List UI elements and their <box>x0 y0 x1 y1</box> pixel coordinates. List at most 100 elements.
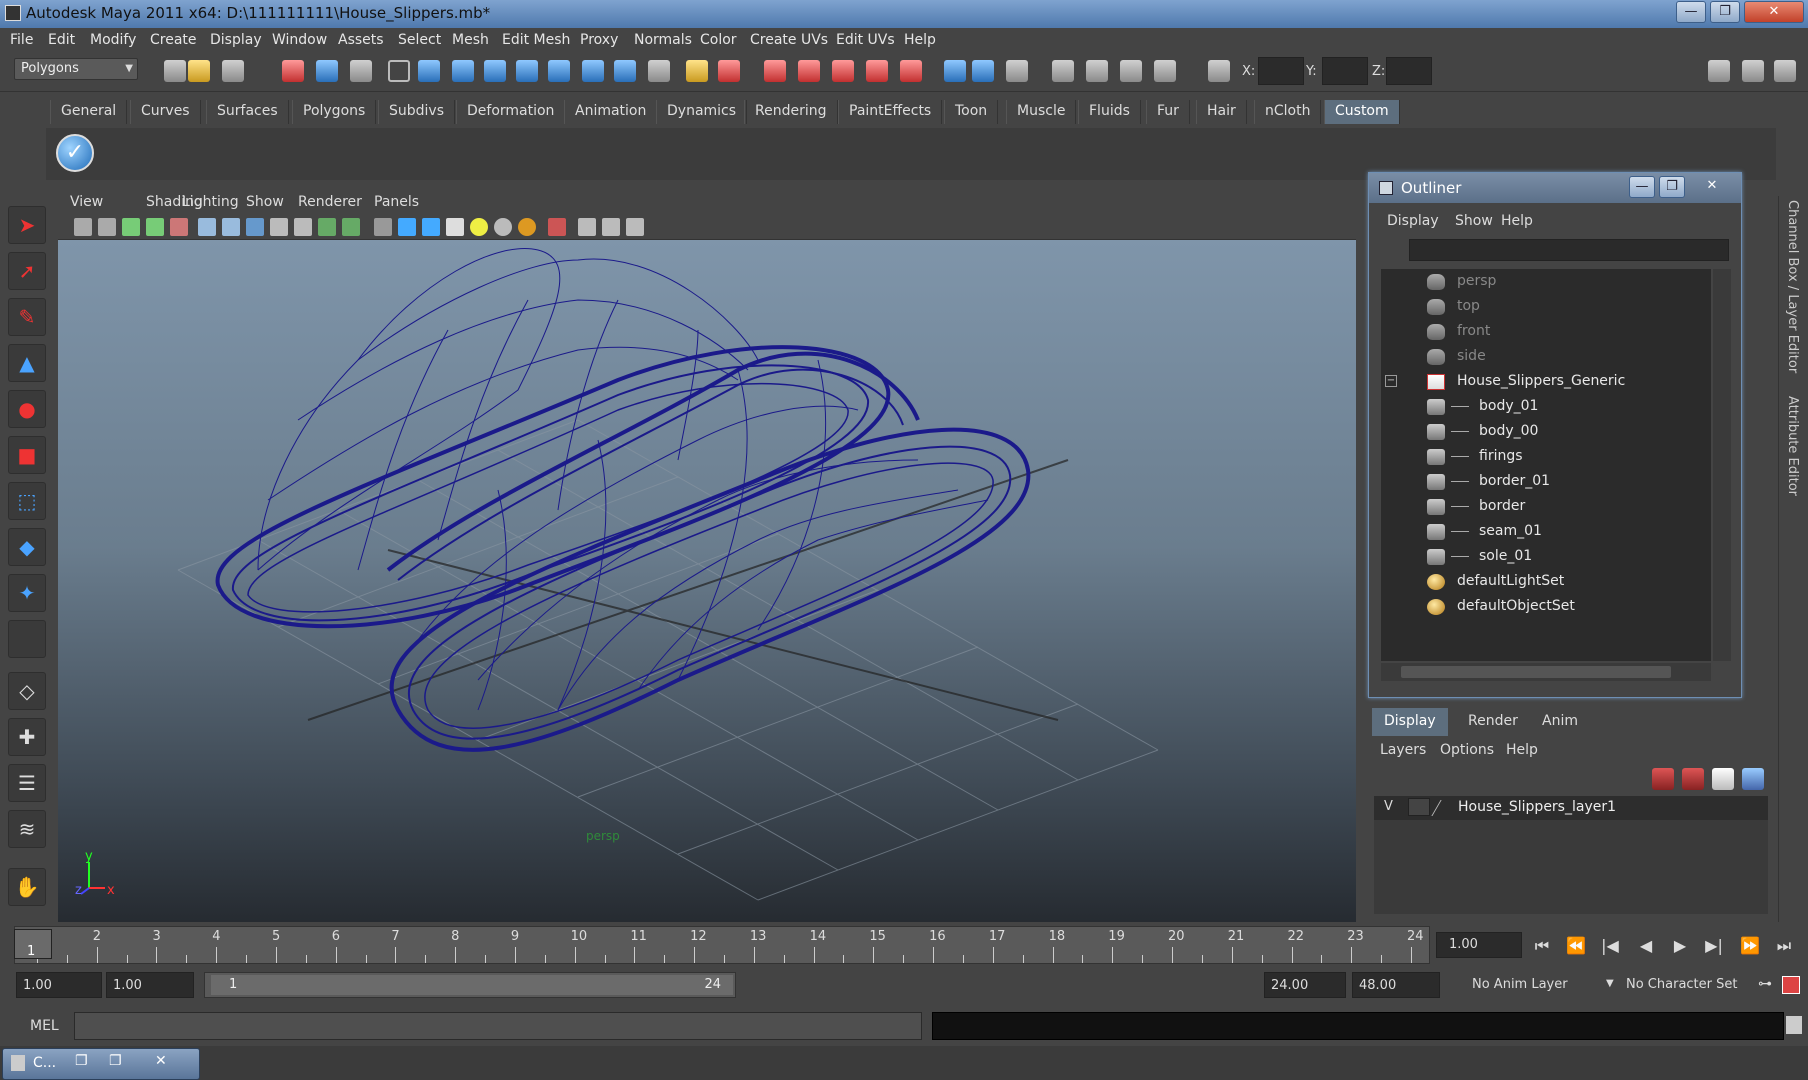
select-joints-icon[interactable] <box>452 60 474 82</box>
camera-attributes-icon[interactable] <box>98 218 116 236</box>
layer-menu-help[interactable]: Help <box>1506 742 1538 758</box>
snap-view-plane-icon[interactable] <box>866 60 888 82</box>
snap-curve-icon[interactable] <box>798 60 820 82</box>
select-rendering-icon[interactable] <box>614 60 636 82</box>
grid-icon[interactable] <box>198 218 216 236</box>
outliner-item[interactable]: seam_01 <box>1381 519 1711 544</box>
show-hide-channel-box-icon[interactable] <box>1774 60 1796 82</box>
outliner-close-button[interactable]: ✕ <box>1689 176 1735 198</box>
outliner-item[interactable]: body_01 <box>1381 394 1711 419</box>
viewport-scene[interactable]: persp <box>58 240 1356 922</box>
select-deformers-icon[interactable] <box>548 60 570 82</box>
ipr-render-icon[interactable] <box>1120 60 1142 82</box>
show-hide-attribute-editor-icon[interactable] <box>1742 60 1764 82</box>
persp-graph-layout-icon[interactable]: ≋ <box>8 810 46 848</box>
maximize-button[interactable]: ❐ <box>1710 1 1740 23</box>
outliner-vertical-scrollbar[interactable] <box>1713 269 1731 661</box>
viewport-menu-show[interactable]: Show <box>246 194 284 210</box>
snap-point-icon[interactable] <box>832 60 854 82</box>
outliner-maximize-button[interactable]: ❐ <box>1659 176 1685 198</box>
paint-select-tool-icon[interactable]: ✎ <box>8 298 46 336</box>
open-scene-icon[interactable] <box>188 60 210 82</box>
play-forwards-button[interactable]: ▶ <box>1668 935 1692 959</box>
step-back-key-button[interactable]: ⏪ <box>1564 935 1588 959</box>
layer-horizontal-scrollbar[interactable] <box>1374 896 1768 914</box>
close-button[interactable]: ✕ <box>1744 1 1804 23</box>
outliner-minimize-button[interactable]: — <box>1629 176 1655 198</box>
tab-painteffects[interactable]: PaintEffects <box>838 100 943 124</box>
animation-start-field[interactable]: 1.00 <box>16 972 102 998</box>
film-gate-icon[interactable] <box>222 218 240 236</box>
viewport-menu-view[interactable]: View <box>70 194 103 210</box>
minimize-button[interactable]: — <box>1676 1 1706 23</box>
field-chart-icon[interactable] <box>294 218 312 236</box>
outliner-item[interactable]: border_01 <box>1381 469 1711 494</box>
layer-visibility-toggle[interactable]: V <box>1384 799 1393 814</box>
outliner-item[interactable]: front <box>1381 319 1711 344</box>
playback-start-field[interactable]: 1.00 <box>106 972 194 998</box>
outliner-menu-display[interactable]: Display <box>1387 213 1439 229</box>
minimized-window[interactable]: C... ❐ ❐ ✕ <box>2 1048 200 1080</box>
menu-mesh[interactable]: Mesh <box>452 32 489 48</box>
layer-menu-options[interactable]: Options <box>1440 742 1494 758</box>
menu-file[interactable]: File <box>10 32 33 48</box>
tab-subdivs[interactable]: Subdivs <box>378 100 456 124</box>
range-slider-fill[interactable]: 1 24 <box>211 975 733 995</box>
four-view-layout-icon[interactable]: ✚ <box>8 718 46 756</box>
menu-proxy[interactable]: Proxy <box>580 32 618 48</box>
outliner-menu-show[interactable]: Show <box>1455 213 1493 229</box>
render-settings-icon[interactable] <box>1154 60 1176 82</box>
isolate-select-icon[interactable] <box>578 218 596 236</box>
layer-name[interactable]: House_Slippers_layer1 <box>1458 799 1616 815</box>
highlight-selection-icon[interactable] <box>718 60 740 82</box>
outliner-item[interactable]: persp <box>1381 269 1711 294</box>
lock-selection-icon[interactable] <box>686 60 708 82</box>
new-layer-from-selected-icon[interactable] <box>1742 768 1764 790</box>
menu-assets[interactable]: Assets <box>338 32 384 48</box>
move-tool-icon[interactable]: ▲ <box>8 344 46 382</box>
tab-surfaces[interactable]: Surfaces <box>206 100 289 124</box>
animation-end-field[interactable]: 48.00 <box>1352 972 1440 998</box>
tab-general[interactable]: General <box>50 100 128 124</box>
move-layer-up-icon[interactable] <box>1652 768 1674 790</box>
layer-tab-anim[interactable]: Anim <box>1530 708 1590 736</box>
menu-color[interactable]: Color <box>700 32 737 48</box>
lasso-tool-icon[interactable]: ➚ <box>8 252 46 290</box>
menu-edit-mesh[interactable]: Edit Mesh <box>502 32 570 48</box>
image-plane-icon[interactable] <box>146 218 164 236</box>
character-set-select[interactable]: No Character Set <box>1620 972 1754 998</box>
y-field[interactable] <box>1322 57 1368 85</box>
channel-box-tab[interactable]: Channel Box / Layer Editor <box>1785 200 1800 373</box>
transform-input-icon[interactable] <box>1208 60 1230 82</box>
wireframe-icon[interactable] <box>374 218 392 236</box>
snap-grid-icon[interactable] <box>764 60 786 82</box>
tab-hair[interactable]: Hair <box>1196 100 1247 124</box>
tab-dynamics[interactable]: Dynamics <box>656 100 748 124</box>
outliner-horizontal-scrollbar[interactable] <box>1381 663 1711 681</box>
outliner-item[interactable]: side <box>1381 344 1711 369</box>
animation-preferences-icon[interactable] <box>1782 976 1800 994</box>
outliner-item[interactable]: sole_01 <box>1381 544 1711 569</box>
safe-title-icon[interactable] <box>342 218 360 236</box>
menu-create-uvs[interactable]: Create UVs <box>750 32 828 48</box>
current-frame-marker[interactable]: 1 <box>14 929 52 959</box>
select-tool-icon[interactable]: ➤ <box>8 206 46 244</box>
layer-menu-layers[interactable]: Layers <box>1380 742 1426 758</box>
single-perspective-layout-icon[interactable]: ◇ <box>8 672 46 710</box>
outliner-menu-help[interactable]: Help <box>1501 213 1533 229</box>
play-backwards-button[interactable]: ◀ <box>1634 935 1658 959</box>
select-surfaces-icon[interactable] <box>516 60 538 82</box>
playback-end-field[interactable]: 24.00 <box>1264 972 1346 998</box>
tab-ncloth[interactable]: nCloth <box>1254 100 1322 124</box>
command-language-label[interactable]: MEL <box>30 1018 59 1034</box>
bookmarks-icon[interactable] <box>122 218 140 236</box>
select-curves-icon[interactable] <box>484 60 506 82</box>
tab-muscle[interactable]: Muscle <box>1006 100 1077 124</box>
xray-icon[interactable] <box>548 218 566 236</box>
new-empty-layer-icon[interactable] <box>1712 768 1734 790</box>
outliner-item[interactable]: defaultObjectSet <box>1381 594 1711 619</box>
xray-joints-icon[interactable] <box>602 218 620 236</box>
tab-custom[interactable]: Custom <box>1324 100 1400 124</box>
construction-history-icon[interactable] <box>1006 60 1028 82</box>
layer-color-icon[interactable] <box>1431 800 1457 816</box>
